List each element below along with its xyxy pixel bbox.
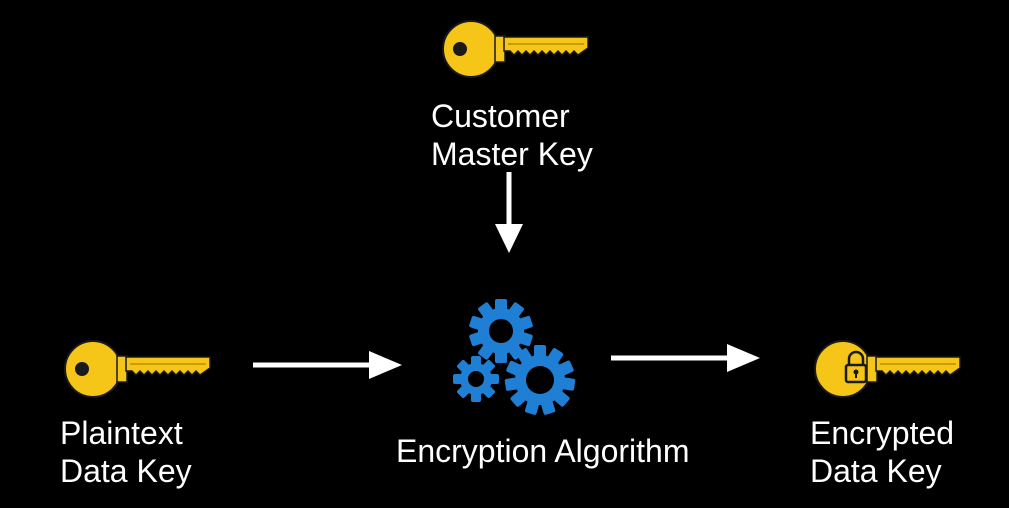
plaintext-key-label: Plaintext Data Key (60, 414, 192, 490)
master-key-label-line1: Customer (431, 98, 570, 134)
algorithm-label: Encryption Algorithm (396, 433, 690, 469)
arrow-right-icon (611, 344, 760, 372)
master-key-label: Customer Master Key (431, 97, 593, 173)
encrypted-key-label-line2: Data Key (810, 453, 942, 489)
arrow-down-icon (495, 172, 523, 253)
master-key-label-line2: Master Key (431, 136, 593, 172)
arrow-right-icon (253, 351, 402, 379)
locked-key-icon (814, 340, 961, 398)
plaintext-key-label-line2: Data Key (60, 453, 192, 489)
encrypted-key-label-line1: Encrypted (810, 415, 955, 451)
encrypted-key-label: Encrypted Data Key (810, 414, 954, 490)
gears-icon (453, 299, 576, 415)
plaintext-key-label-line1: Plaintext (60, 415, 183, 451)
plaintext-key-icon (62, 338, 212, 400)
master-key-icon (440, 18, 590, 80)
